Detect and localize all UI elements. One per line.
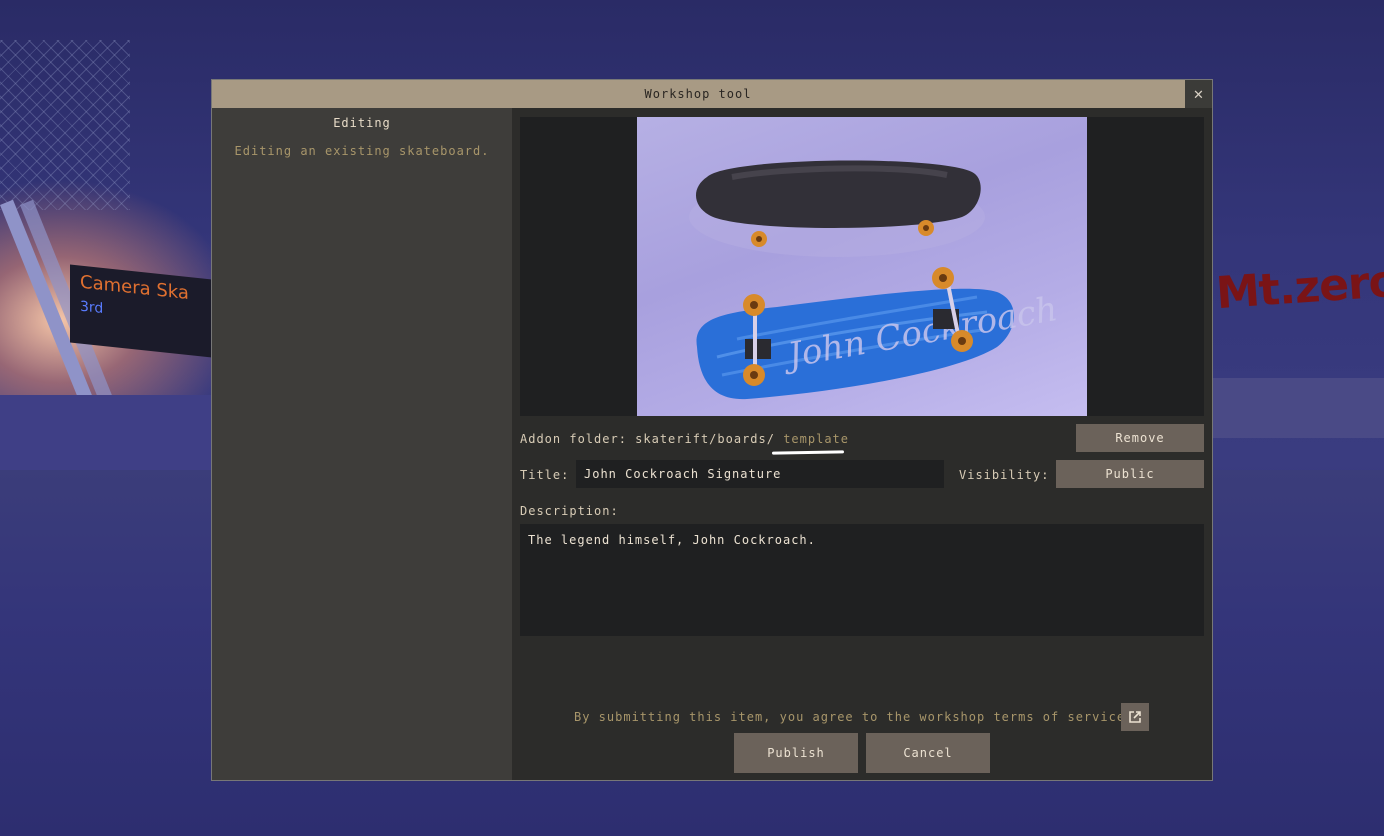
terms-link-button[interactable]: [1121, 703, 1149, 731]
graffiti-text: Mt.zero: [1214, 255, 1384, 320]
description-textarea[interactable]: The legend himself, John Cockroach.: [520, 524, 1204, 636]
window-title: Workshop tool: [644, 87, 752, 101]
sidebar-heading: Editing: [333, 116, 391, 130]
sidebar-description: Editing an existing skateboard.: [234, 144, 490, 158]
skateboard-illustration: John Cockroach: [689, 160, 1061, 400]
visibility-select[interactable]: Public: [1056, 460, 1204, 488]
close-button[interactable]: ✕: [1185, 80, 1212, 108]
sidebar: Editing Editing an existing skateboard.: [212, 108, 512, 780]
cancel-button[interactable]: Cancel: [866, 733, 990, 773]
ground-ledge: [1212, 378, 1384, 438]
preview-panel: John Cockroach: [520, 117, 1204, 416]
visibility-label: Visibility:: [959, 468, 1050, 482]
description-label: Description:: [520, 504, 619, 518]
remove-button[interactable]: Remove: [1076, 424, 1204, 452]
workshop-window: Workshop tool ✕ Editing Editing an exist…: [211, 79, 1213, 781]
terms-text: By submitting this item, you agree to th…: [574, 710, 1126, 724]
publish-button[interactable]: Publish: [734, 733, 858, 773]
addon-folder-label: Addon folder: skaterift/boards/ template: [520, 432, 849, 446]
chain-link-fence: [0, 40, 130, 210]
skateboard-preview-image: John Cockroach: [637, 117, 1087, 416]
close-icon: ✕: [1193, 84, 1204, 103]
addon-folder-name[interactable]: template: [783, 432, 849, 446]
background-sign: Camera Ska 3rd: [70, 264, 212, 358]
title-label: Title:: [520, 468, 570, 482]
folder-underline: [771, 450, 845, 455]
addon-folder-path: Addon folder: skaterift/boards/: [520, 432, 775, 446]
external-link-icon: [1129, 711, 1141, 723]
title-input[interactable]: John Cockroach Signature: [576, 460, 944, 488]
title-bar[interactable]: Workshop tool ✕: [212, 80, 1212, 108]
